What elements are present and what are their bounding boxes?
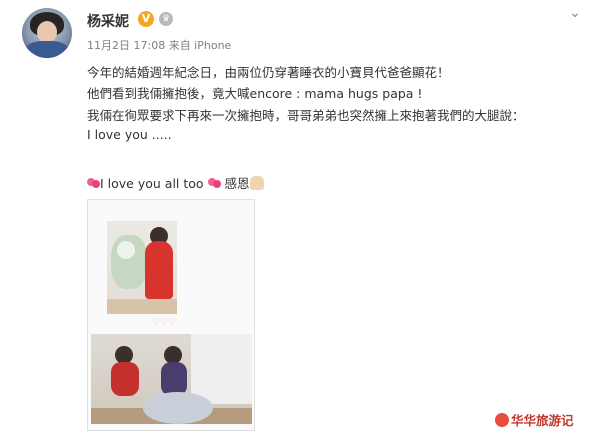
post-timestamp[interactable]: 11月2日 17:08 来自 iPhone [87,37,231,53]
praying-hands-emoji-icon [249,176,264,190]
watermark-logo-icon [495,413,509,427]
post-text-line-5: I love you all too 感恩 [87,173,264,192]
post-text-line-4: I love you ..... [87,127,172,142]
post-photo-1[interactable] [107,221,177,314]
post-text-line-3: 我倆在徇眾要求下再來一次擁抱時，哥哥弟弟也突然擁上來抱著我們的大腿說： [87,108,525,123]
author-name[interactable]: 杨采妮 [87,11,129,31]
decorative-hearts-icon: ♡♡♡ [152,318,177,328]
post-text-line-2: 他們看到我倆擁抱後，竟大喊encore : mama hugs papa ! [87,86,423,101]
verified-badge-icon: V [138,11,154,27]
member-crown-icon: ♛ [159,12,173,26]
post-photo-2[interactable] [91,334,252,424]
two-hearts-emoji-icon [207,178,221,189]
author-avatar[interactable] [22,8,72,58]
two-hearts-emoji-icon [87,178,100,189]
chevron-down-icon[interactable]: ⌄ [566,4,584,22]
watermark: 华华旅游记 [495,410,574,429]
post-text-line-1: 今年的結婚週年紀念日，由兩位仍穿著睡衣的小寶貝代爸爸顯花！ [87,65,450,80]
